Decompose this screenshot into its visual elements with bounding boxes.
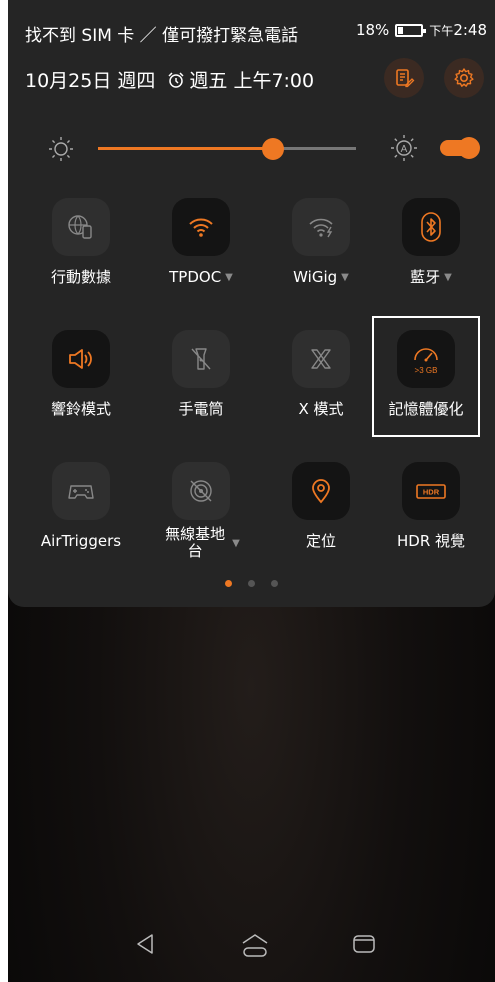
tile-bluetooth-label: 藍牙 <box>410 268 441 286</box>
tile-label: X 模式 <box>262 400 380 419</box>
tile-x-mode[interactable]: X 模式 <box>262 330 380 419</box>
tile-location-icon-box <box>292 462 350 520</box>
tile-hdr[interactable]: HDR HDR 視覺 <box>372 462 490 551</box>
page-dot[interactable] <box>248 580 255 587</box>
tile-wifi-label: TPDOC <box>169 268 222 286</box>
battery-fill <box>398 26 403 34</box>
tile-bluetooth-icon-box <box>402 198 460 256</box>
dropdown-caret-icon[interactable]: ▼ <box>232 534 240 553</box>
tile-mobile-data[interactable]: 行動數據 <box>22 198 140 287</box>
flashlight-off-icon <box>191 348 211 370</box>
tile-wifi[interactable]: TPDOC ▼ <box>142 198 260 287</box>
tile-wigig[interactable]: WiGig ▼ <box>262 198 380 287</box>
brightness-slider-thumb[interactable] <box>262 138 285 160</box>
tile-ring-mode-icon-box <box>52 330 110 388</box>
alarm-label: 週五 上午7:00 <box>189 70 315 92</box>
tile-location-label: 定位 <box>305 532 336 550</box>
tile-bluetooth[interactable]: 藍牙 ▼ <box>372 198 490 287</box>
carrier-status: 找不到 SIM 卡 ／ 僅可撥打緊急電話 <box>25 26 299 46</box>
auto-brightness-toggle[interactable] <box>440 137 480 159</box>
tile-hotspot-label: 無線基地台 <box>165 525 226 560</box>
clock: 2:48 <box>453 21 487 39</box>
tile-mobile-data-label: 行動數據 <box>50 268 111 286</box>
date-row: 10月25日 週四 週五 上午7:00 <box>25 66 314 93</box>
tile-ring-mode[interactable]: 響鈴模式 <box>22 330 140 419</box>
x-mode-icon <box>311 349 331 369</box>
dropdown-caret-icon[interactable]: ▼ <box>225 268 233 287</box>
tile-hotspot[interactable]: 無線基地台 ▼ <box>142 462 260 560</box>
ampm-label: 下午 <box>429 23 454 38</box>
svg-text:A: A <box>401 144 408 155</box>
tile-x-mode-label: X 模式 <box>298 400 344 418</box>
tile-airtriggers-label: AirTriggers <box>40 532 122 550</box>
tile-flashlight[interactable]: 手電筒 <box>142 330 260 419</box>
tile-wigig-icon-box <box>292 198 350 256</box>
settings-button[interactable] <box>444 58 484 98</box>
tile-location[interactable]: 定位 <box>262 462 380 551</box>
wifi-icon <box>189 218 213 237</box>
tile-wigig-label: WiGig <box>293 268 338 286</box>
auto-brightness-icon: A <box>391 135 417 161</box>
gamepad-icon <box>68 485 94 499</box>
tile-flashlight-label: 手電筒 <box>178 400 224 418</box>
hotspot-icon <box>190 480 212 502</box>
tile-ring-mode-label: 響鈴模式 <box>50 400 111 418</box>
wigig-icon <box>309 218 333 238</box>
alarm-clock-icon <box>168 71 184 88</box>
tile-label: WiGig ▼ <box>262 268 380 287</box>
page-dot[interactable] <box>271 580 278 587</box>
tile-label: 定位 <box>262 532 380 551</box>
tile-label: 手電筒 <box>142 400 260 419</box>
tile-wifi-icon-box <box>172 198 230 256</box>
battery-icon <box>395 23 427 37</box>
globe-phone-icon <box>68 215 92 239</box>
tile-flashlight-icon-box <box>172 330 230 388</box>
date-label: 10月25日 週四 <box>25 70 156 92</box>
location-pin-icon <box>312 479 330 504</box>
tile-label: 響鈴模式 <box>22 400 140 419</box>
tile-airtriggers-icon-box <box>52 462 110 520</box>
tile-x-mode-icon-box <box>292 330 350 388</box>
tile-label: 行動數據 <box>22 268 140 287</box>
brightness-low-icon <box>49 137 73 161</box>
next-alarm[interactable]: 週五 上午7:00 <box>167 66 314 93</box>
recent-apps-icon[interactable] <box>350 930 378 958</box>
tile-label: AirTriggers <box>22 532 140 551</box>
phone-screen: 找不到 SIM 卡 ／ 僅可撥打緊急電話 18% 下午 2:48 10月25日 … <box>8 0 495 982</box>
speaker-icon <box>69 349 92 369</box>
page-indicator <box>8 580 495 587</box>
tile-label: 無線基地台 ▼ <box>142 526 260 560</box>
bluetooth-icon <box>421 212 441 242</box>
toggle-knob <box>458 137 480 159</box>
hdr-badge-text: HDR <box>423 488 440 497</box>
tile-hdr-icon-box: HDR <box>402 462 460 520</box>
quick-settings-panel: 找不到 SIM 卡 ／ 僅可撥打緊急電話 18% 下午 2:48 10月25日 … <box>8 0 495 607</box>
brightness-slider-fill <box>98 147 274 150</box>
brightness-row: A <box>40 132 480 164</box>
back-icon[interactable] <box>132 930 160 958</box>
tile-label: HDR 視覺 <box>372 532 490 551</box>
dropdown-caret-icon[interactable]: ▼ <box>341 268 349 287</box>
edit-icon <box>396 69 415 88</box>
status-right: 18% 下午 2:48 <box>356 21 487 39</box>
dropdown-caret-icon[interactable]: ▼ <box>444 268 452 287</box>
navigation-bar <box>8 922 495 978</box>
tile-mobile-data-icon-box <box>52 198 110 256</box>
tile-hdr-label: HDR 視覺 <box>396 532 466 550</box>
tile-label: TPDOC ▼ <box>142 268 260 287</box>
brightness-slider[interactable] <box>98 138 356 160</box>
home-icon[interactable] <box>240 930 270 960</box>
tile-hotspot-icon-box <box>172 462 230 520</box>
battery-percent: 18% <box>355 21 390 39</box>
hdr-icon: HDR <box>416 484 446 499</box>
edit-tiles-button[interactable] <box>384 58 424 98</box>
selection-highlight-box <box>372 316 480 437</box>
gear-icon <box>454 68 474 87</box>
tile-label: 藍牙 ▼ <box>372 268 490 287</box>
page-dot-active[interactable] <box>225 580 232 587</box>
status-bar: 找不到 SIM 卡 ／ 僅可撥打緊急電話 18% 下午 2:48 <box>8 0 495 62</box>
tile-airtriggers[interactable]: AirTriggers <box>22 462 140 551</box>
